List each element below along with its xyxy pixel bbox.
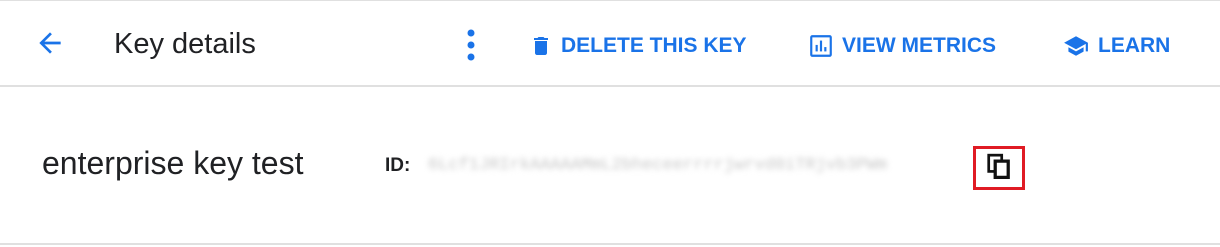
copy-icon xyxy=(986,152,1012,185)
view-metrics-button[interactable]: VIEW METRICS xyxy=(808,29,996,63)
more-vert-icon xyxy=(466,28,476,67)
bar-chart-icon xyxy=(808,33,834,59)
page-title: Key details xyxy=(114,28,256,60)
graduation-cap-icon xyxy=(1062,33,1090,59)
page-header: Key details DELETE THIS KEY VIEW METRICS xyxy=(0,1,1220,87)
key-info-section: enterprise key test ID: 6Lcf1JRIrkAAAAAM… xyxy=(0,88,1220,244)
learn-label: LEARN xyxy=(1098,34,1171,57)
key-id-value[interactable]: 6Lcf1JRIrkAAAAAMmL2bheceerrrrjwrvd0iTRjv… xyxy=(428,152,963,180)
learn-button[interactable]: LEARN xyxy=(1062,29,1170,63)
view-metrics-label: VIEW METRICS xyxy=(842,34,997,57)
delete-key-label: DELETE THIS KEY xyxy=(561,34,747,57)
arrow-back-icon xyxy=(34,27,66,64)
bottom-divider xyxy=(0,243,1220,245)
delete-key-button[interactable]: DELETE THIS KEY xyxy=(529,29,747,63)
back-button[interactable] xyxy=(30,27,70,63)
id-label: ID: xyxy=(385,155,411,176)
copy-id-button[interactable] xyxy=(973,146,1025,190)
more-options-button[interactable] xyxy=(458,27,484,67)
trash-icon xyxy=(529,32,553,60)
key-name: enterprise key test xyxy=(42,145,304,181)
